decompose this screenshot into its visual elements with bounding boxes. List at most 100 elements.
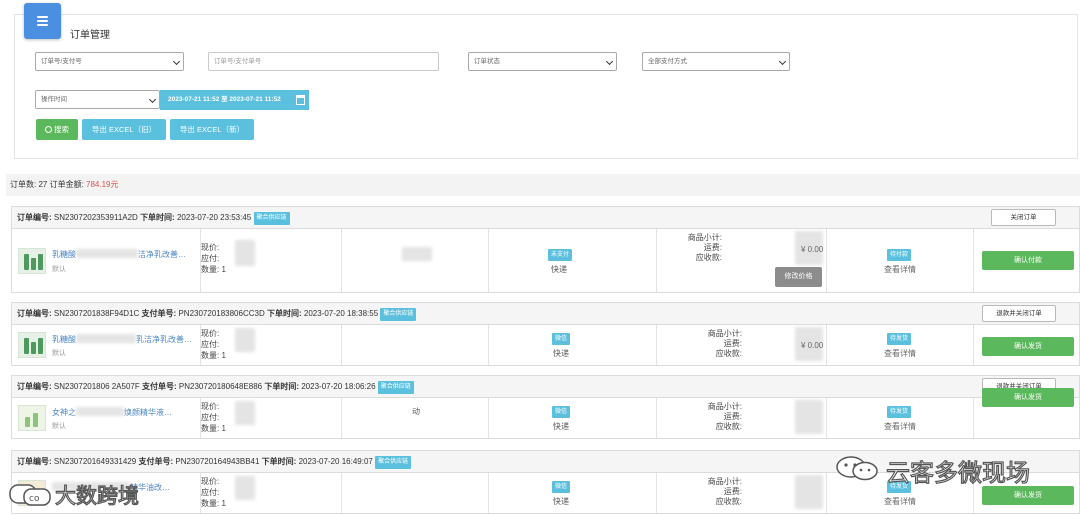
search-button-label: 搜索: [54, 125, 69, 134]
payment-cell: 未支付 快递: [489, 229, 657, 292]
price-labels: 现价: 应付: 数量: 1: [201, 402, 226, 433]
totals-labels: 商品小计: 运费: 应收款:: [707, 329, 742, 358]
order-no-label: 订单编号:: [17, 309, 52, 318]
price-redacted: [235, 328, 255, 352]
info-text: 动: [412, 407, 420, 416]
info-cell: [342, 473, 489, 513]
view-detail-link[interactable]: 查看详情: [884, 496, 916, 507]
hamburger-icon-bar: [37, 16, 48, 18]
shipping-method: 快递: [553, 349, 569, 358]
watermark-right: 云客多微现场: [828, 451, 1053, 488]
order-time: 2023-07-20 16:49:07: [298, 457, 373, 466]
refund-close-order-button[interactable]: 退款并关闭订单: [982, 305, 1056, 322]
product-name[interactable]: 乳糖酸 乳洁净乳改善…: [52, 334, 192, 345]
shipping-method: 快递: [553, 497, 569, 506]
confirm-shipment-button[interactable]: 确认发货: [982, 337, 1074, 356]
order-time: 2023-07-20 18:06:26: [301, 382, 376, 391]
shipping-fee-value: ¥ 0.00: [801, 245, 824, 254]
order-number-type-select[interactable]: 订单号/支付号: [35, 52, 184, 71]
order-header: 订单编号: SN2307201838F94D1C 支付单号: PN2307201…: [12, 303, 1079, 325]
select-value: 操作时间: [41, 96, 67, 103]
order-no: SN2307202353911A2D: [53, 213, 138, 222]
order-status-select[interactable]: 订单状态: [468, 52, 617, 71]
shipping-method: 快递: [553, 422, 569, 431]
time-type-select[interactable]: 操作时间: [35, 90, 160, 109]
info-cell: [342, 229, 489, 292]
price-labels: 现价: 应付: 数量: 1: [201, 329, 226, 360]
product-name[interactable]: 乳糖酸 洁净乳改善…: [52, 249, 186, 260]
chevron-down-icon: [172, 57, 181, 66]
order-time-label: 下单时间:: [264, 382, 299, 391]
order-amount: 784.19元: [86, 180, 119, 189]
pay-no-label: 支付单号:: [142, 382, 177, 391]
totals-redacted: [795, 475, 823, 509]
shipping-method: 快递: [551, 265, 567, 274]
product-thumbnail[interactable]: [18, 248, 46, 274]
view-detail-link[interactable]: 查看详情: [884, 421, 916, 432]
export-excel-old-button[interactable]: 导出 EXCEL（旧）: [82, 119, 166, 140]
price-cell: 现价: 应付: 数量: 1: [201, 473, 342, 513]
product-thumbnail[interactable]: [18, 405, 46, 431]
order-card: 订单编号: SN2307202353911A2D 下单时间: 2023-07-2…: [11, 206, 1080, 293]
order-summary: 订单数: 27 订单金额: 784.19元: [6, 174, 1080, 196]
payment-method-select[interactable]: 全部支付方式: [642, 52, 790, 71]
totals-labels: 商品小计: 运费: 应收款:: [687, 233, 722, 262]
info-redacted: [402, 247, 432, 261]
modify-price-button[interactable]: 修改价格: [775, 267, 822, 287]
order-no: SN2307201806 2A507F: [53, 382, 140, 391]
order-status-tag: 待发货: [887, 406, 912, 418]
product-thumbnail[interactable]: [18, 332, 46, 358]
date-range-value: 2023-07-21 11:52 至 2023-07-21 11:52: [168, 96, 281, 103]
order-time-label: 下单时间:: [261, 457, 297, 466]
payment-cell: 微信 快递: [489, 398, 657, 438]
chat-logo-icon: co: [9, 484, 51, 506]
order-card: 订单编号: SN2307201806 2A507F 支付单号: PN230720…: [11, 375, 1080, 439]
confirm-shipment-button[interactable]: 确认发货: [982, 486, 1074, 505]
info-cell: 动: [342, 398, 489, 438]
date-range-picker[interactable]: 2023-07-21 11:52 至 2023-07-21 11:52: [160, 90, 309, 110]
amount-label: 订单金额:: [47, 180, 87, 189]
hamburger-icon-bar: [37, 20, 48, 22]
menu-toggle-button[interactable]: [24, 3, 61, 39]
product-variant: 默认: [52, 350, 66, 357]
totals-labels: 商品小计: 运费: 应收款:: [707, 477, 742, 506]
pay-no: PN230720183806CC3D: [178, 309, 265, 318]
product-name[interactable]: 女神之 焕颜精华液…: [52, 407, 172, 418]
hamburger-icon-bar: [37, 24, 48, 26]
price-redacted: [235, 401, 255, 425]
view-detail-link[interactable]: 查看详情: [884, 264, 916, 275]
watermark-text: 大数跨境: [54, 483, 139, 508]
info-cell: [342, 325, 489, 365]
product-cell: 乳糖酸 洁净乳改善… 默认: [12, 229, 201, 292]
totals-labels: 商品小计: 运费: 应收款:: [707, 402, 742, 431]
product-cell: 女神之 焕颜精华液… 默认: [12, 398, 201, 438]
order-card: 订单编号: SN2307201838F94D1C 支付单号: PN2307201…: [11, 302, 1080, 366]
totals-cell: 商品小计: 运费: 应收款: ¥ 0.00 修改价格: [657, 229, 827, 292]
product-variant: 默认: [52, 423, 66, 430]
confirm-shipment-button[interactable]: 确认发货: [982, 388, 1074, 407]
order-no-label: 订单编号:: [17, 457, 52, 466]
order-time: 2023-07-20 18:38:55: [303, 309, 379, 318]
calendar-icon: [296, 95, 305, 105]
order-number-input[interactable]: 订单号/支付单号: [208, 52, 439, 71]
product-variant: 默认: [52, 266, 66, 273]
export-excel-new-button[interactable]: 导出 EXCEL（新）: [170, 119, 254, 140]
order-header: 订单编号: SN2307201806 2A507F 支付单号: PN230720…: [12, 376, 1079, 398]
close-order-button[interactable]: 关闭订单: [991, 209, 1056, 226]
pay-no: PN230720164943BB41: [175, 457, 260, 466]
price-cell: 现价: 应付: 数量: 1: [201, 229, 342, 292]
supply-chain-tag: 聚合供应链: [375, 456, 412, 469]
view-detail-link[interactable]: 查看详情: [884, 348, 916, 359]
confirm-payment-button[interactable]: 确认付款: [982, 251, 1074, 270]
pay-no-label: 支付单号:: [138, 457, 174, 466]
count-label: 订单数:: [10, 180, 39, 189]
search-icon: [45, 126, 52, 133]
supply-chain-tag: 聚合供应链: [377, 381, 414, 394]
search-button[interactable]: 搜索: [36, 119, 78, 140]
watermark-text: 云客多微现场: [885, 458, 1030, 487]
order-no-label: 订单编号:: [17, 213, 52, 222]
order-time: 2023-07-20 23:53:45: [176, 213, 252, 222]
price-redacted: [235, 476, 255, 500]
svg-text:co: co: [29, 494, 40, 504]
watermark-left: co 大数跨境: [8, 478, 148, 512]
